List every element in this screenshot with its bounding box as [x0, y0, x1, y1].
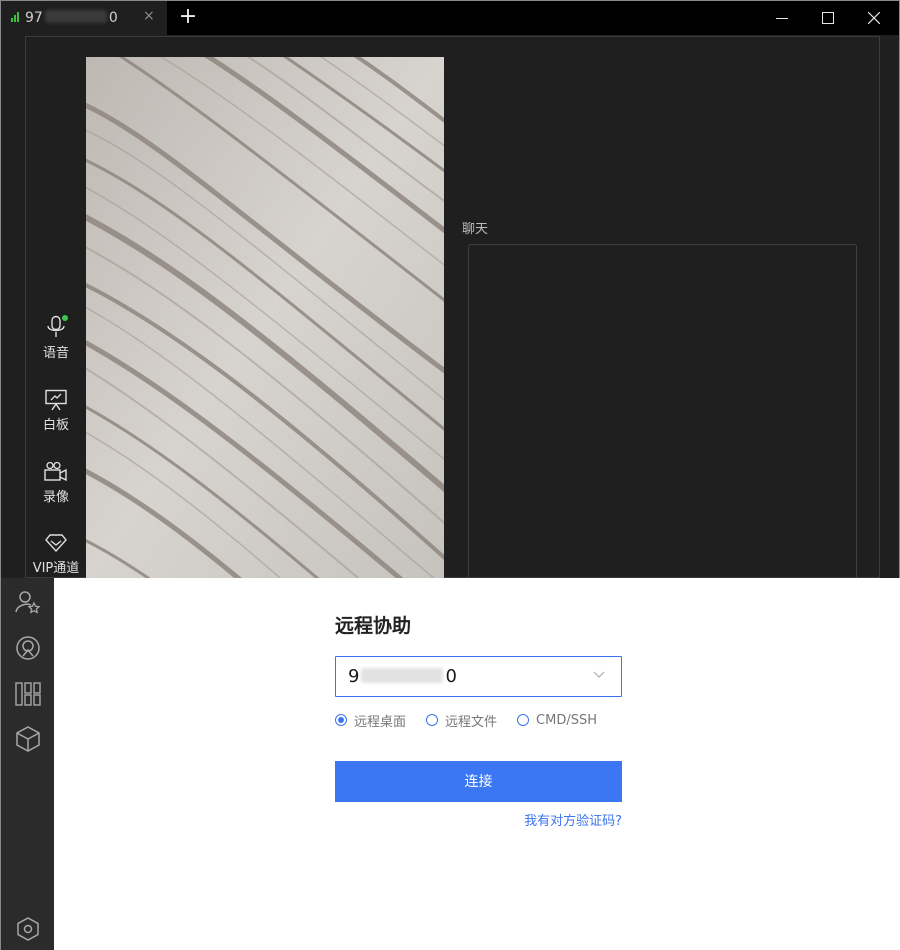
new-tab-button[interactable]: + — [177, 4, 199, 30]
video-camera-icon — [44, 461, 67, 482]
mode-remote-desktop[interactable]: 远程桌面 — [335, 712, 406, 730]
tab-title: 97 0 — [25, 10, 118, 26]
vip-channel-button[interactable]: VIP通道 — [28, 532, 84, 576]
chat-panel[interactable] — [468, 244, 857, 579]
voice-active-indicator — [62, 315, 68, 321]
radio-remote-desktop[interactable] — [335, 714, 347, 726]
redacted-id — [361, 668, 444, 683]
connection-mode-group: 远程桌面 远程文件 CMD/SSH — [335, 712, 617, 730]
voice-label: 语音 — [42, 346, 69, 361]
remote-session-viewport[interactable]: 聊天 语音 白板 录像 VIP通道 — [25, 36, 880, 579]
left-navigation-rail — [1, 578, 54, 950]
minimize-button[interactable] — [759, 1, 805, 35]
close-icon — [868, 12, 880, 24]
voice-button[interactable]: 语音 — [28, 315, 84, 361]
signal-strength-icon — [11, 12, 21, 22]
session-tab[interactable]: 97 0 × — [1, 1, 167, 35]
whiteboard-icon — [45, 389, 67, 411]
rail-item-settings[interactable] — [14, 915, 42, 943]
verification-code-link[interactable]: 我有对方验证码? — [515, 810, 622, 829]
apps-grid-icon — [15, 682, 41, 706]
radio-remote-file[interactable] — [426, 714, 439, 726]
remote-assist-panel: 远程协助 90 远程桌面 远程文件 CMD/SSH 连接 我有对方验证码? — [54, 578, 900, 950]
redacted-id — [44, 10, 107, 23]
vip-channel-label: VIP通道 — [32, 561, 80, 576]
maximize-button[interactable] — [805, 1, 851, 35]
title-bar: 97 0 × + — [1, 1, 899, 35]
settings-hexagon-icon — [17, 917, 39, 941]
rail-item-contacts[interactable] — [14, 588, 42, 616]
maximize-icon — [822, 12, 834, 24]
mode-cmd-ssh[interactable]: CMD/SSH — [517, 712, 597, 728]
tab-close-icon[interactable]: × — [143, 8, 155, 24]
record-label: 录像 — [42, 490, 69, 505]
radio-cmd-ssh[interactable] — [517, 714, 530, 726]
connect-button[interactable]: 连接 — [335, 761, 622, 802]
rail-item-plugins[interactable] — [14, 725, 42, 753]
rail-item-apps[interactable] — [14, 680, 42, 708]
remote-assist-icon — [16, 636, 40, 660]
device-id-value: 90 — [348, 666, 457, 687]
mode-remote-file[interactable]: 远程文件 — [426, 712, 497, 730]
close-button[interactable] — [851, 1, 897, 35]
diamond-icon — [45, 534, 67, 553]
rail-item-remote-assist[interactable] — [14, 634, 42, 662]
camera-preview — [86, 57, 444, 579]
user-star-icon — [15, 591, 41, 614]
cube-icon — [16, 726, 40, 752]
page-title: 远程协助 — [335, 615, 412, 637]
device-id-select[interactable]: 90 — [335, 656, 622, 697]
whiteboard-button[interactable]: 白板 — [28, 389, 84, 433]
record-button[interactable]: 录像 — [28, 461, 84, 505]
minimize-icon — [776, 18, 788, 19]
whiteboard-label: 白板 — [42, 418, 69, 433]
wood-grain-image — [86, 57, 444, 579]
chat-label: 聊天 — [462, 222, 489, 237]
app-window: 97 0 × + 聊天 语音 白板 录像 VIP通道 远程协助 9 0 远程桌面… — [0, 0, 900, 950]
chevron-down-icon[interactable] — [593, 671, 605, 679]
